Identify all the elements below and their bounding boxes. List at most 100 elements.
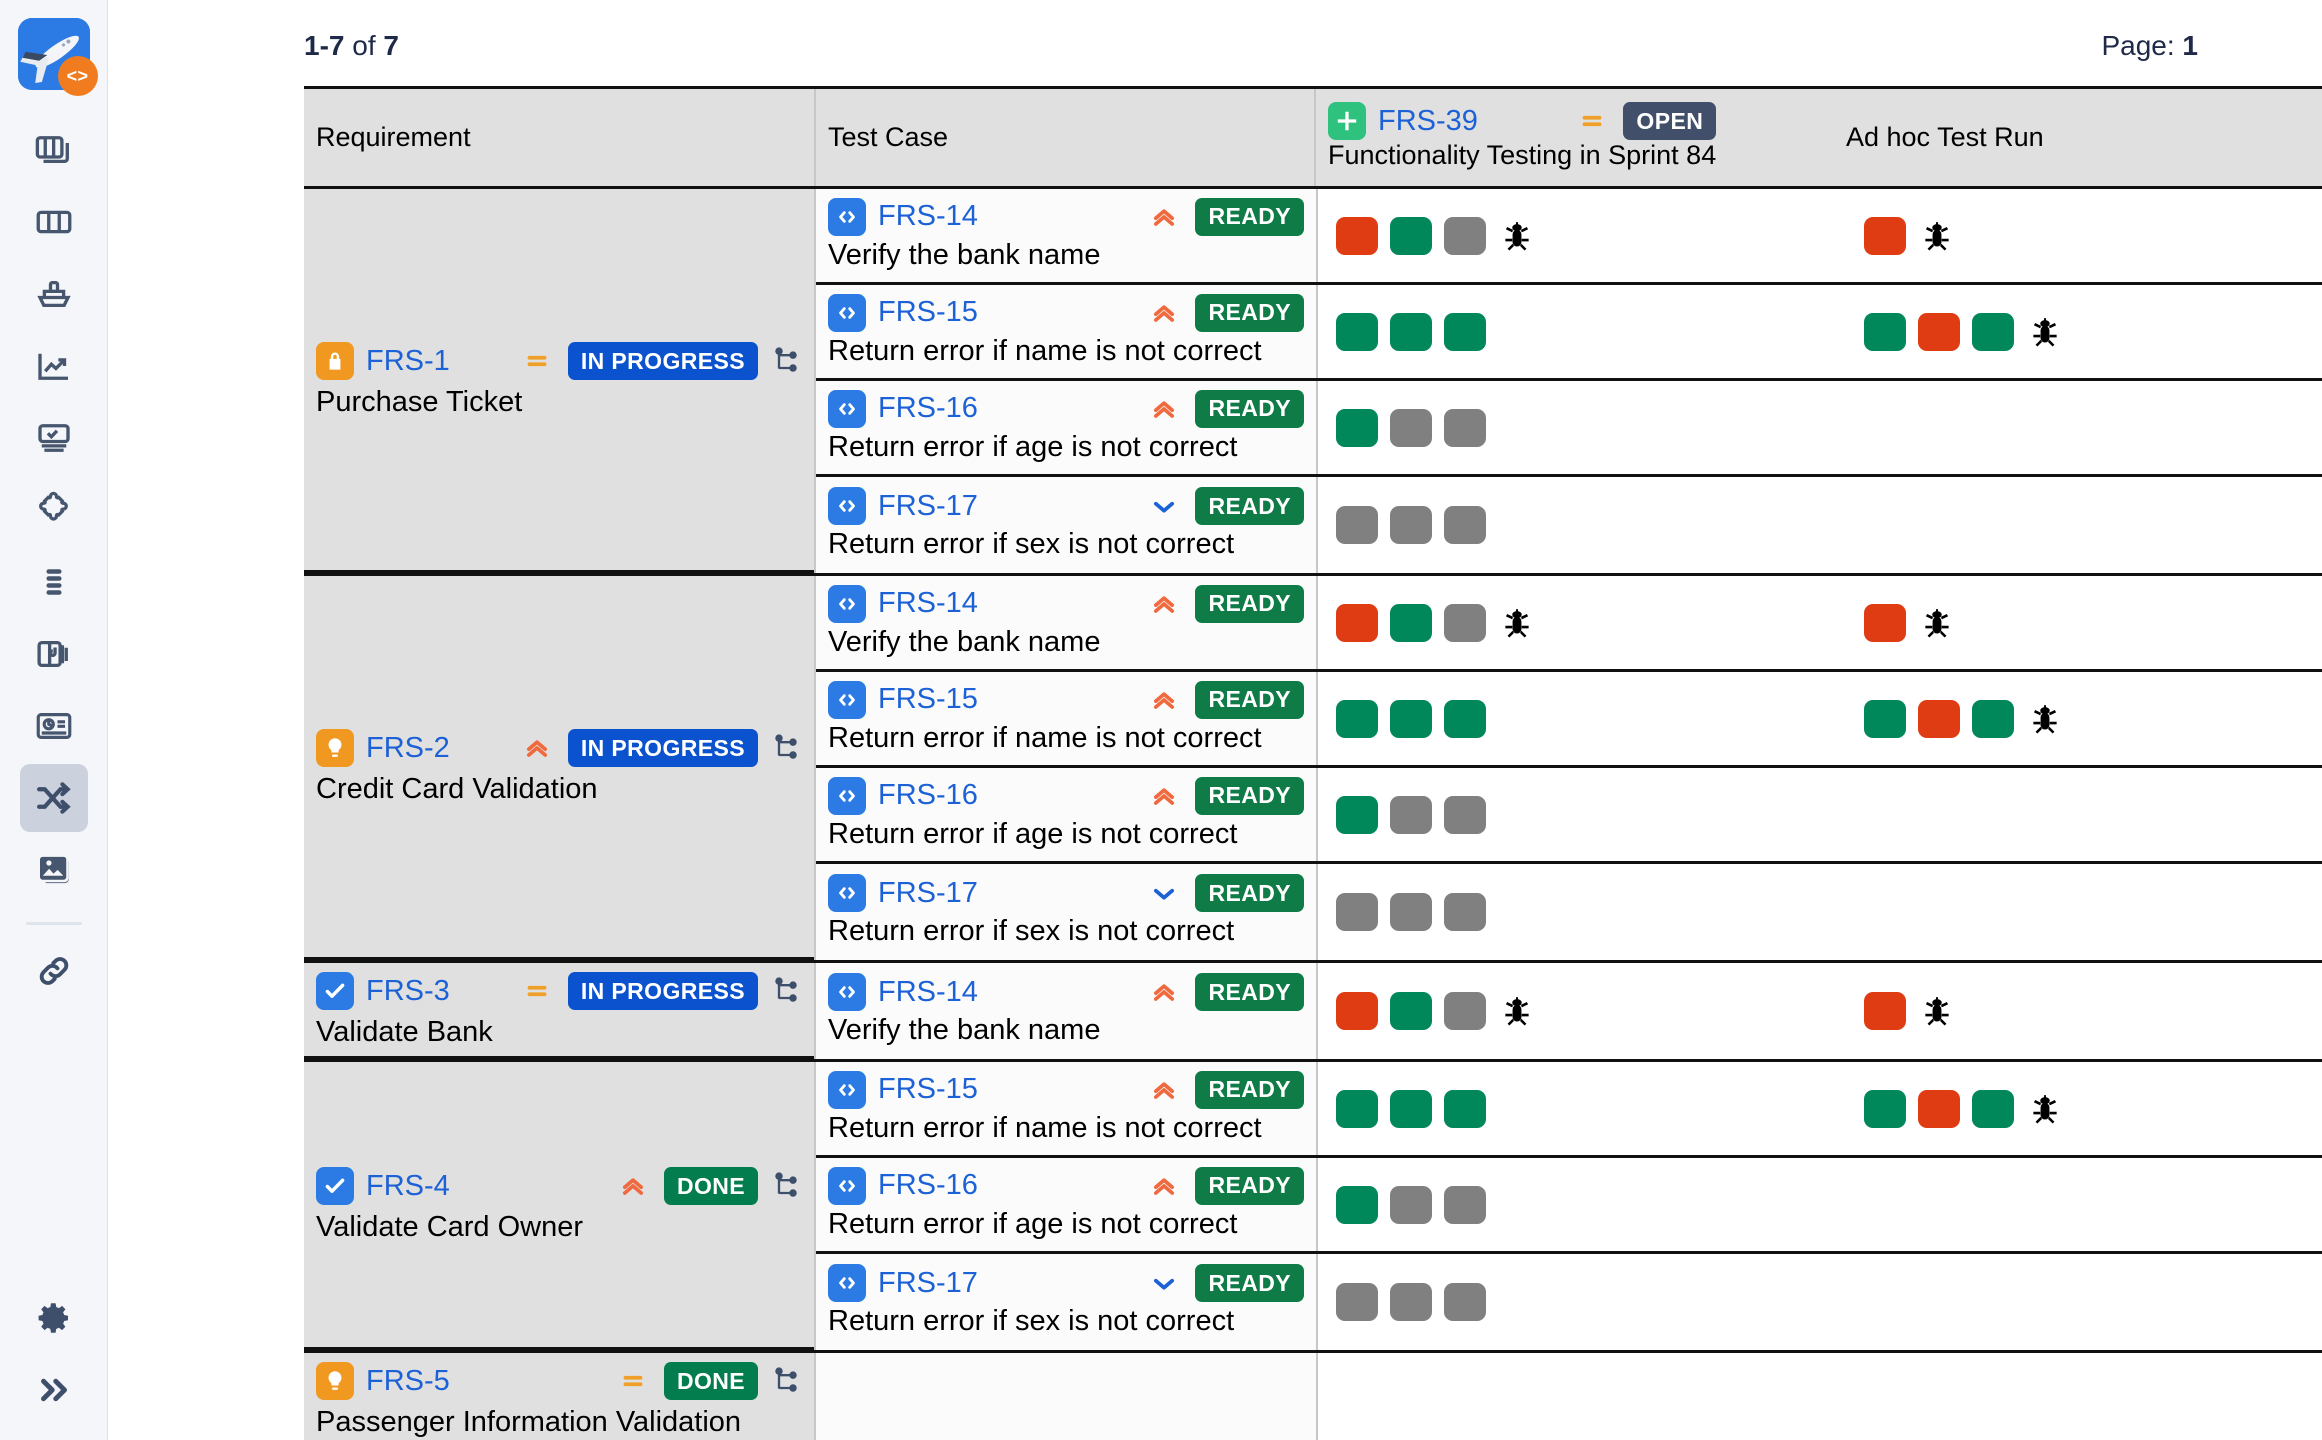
test-result-chip-untested[interactable] (1390, 795, 1432, 834)
test-result-chip-untested[interactable] (1390, 1185, 1432, 1224)
requirement-key[interactable]: FRS-1 (366, 345, 450, 378)
test-result-chip-untested[interactable] (1336, 893, 1378, 931)
sidebar-item-settings[interactable] (20, 1284, 88, 1352)
adhoc-run-result-cell[interactable] (1836, 864, 2322, 960)
test-result-chip-failed[interactable] (1918, 699, 1960, 738)
test-result-chip-untested[interactable] (1444, 603, 1486, 642)
requirement-cell[interactable]: FRS-5 DONE Passenger Information Validatio… (304, 1353, 814, 1440)
test-case-key[interactable]: FRS-17 (878, 877, 978, 910)
test-case-cell[interactable]: FRS-16 READY Return error if age is not co… (816, 381, 1316, 474)
subtree-icon[interactable] (772, 730, 802, 766)
test-case-cell[interactable]: FRS-15 READY Return error if name is not c… (816, 285, 1316, 378)
test-result-chip-passed[interactable] (1972, 1089, 2014, 1128)
sidebar-item-traceability[interactable] (19, 764, 88, 832)
adhoc-run-result-cell[interactable] (1836, 1254, 2322, 1350)
test-case-cell[interactable]: FRS-15 READY Return error if name is not c… (816, 672, 1316, 765)
test-case-key[interactable]: FRS-16 (878, 1169, 978, 1202)
test-result-chip-failed[interactable] (1864, 992, 1906, 1030)
sidebar-item-reports[interactable] (20, 332, 88, 400)
test-result-chip-failed[interactable] (1864, 216, 1906, 255)
sidebar-item-contacts[interactable] (20, 692, 88, 760)
test-result-chip-untested[interactable] (1444, 893, 1486, 931)
test-run-result-cell[interactable] (1316, 1254, 1836, 1350)
test-result-chip-passed[interactable] (1972, 312, 2014, 351)
test-result-chip-passed[interactable] (1336, 312, 1378, 351)
adhoc-run-result-cell[interactable] (1836, 285, 2322, 378)
sidebar-expand-button[interactable] (20, 1356, 88, 1424)
subtree-icon[interactable] (772, 973, 802, 1009)
test-run-result-cell[interactable] (1316, 963, 1836, 1059)
adhoc-run-result-cell[interactable] (1836, 1158, 2322, 1251)
test-result-chip-untested[interactable] (1444, 216, 1486, 255)
defect-bug-icon[interactable] (1920, 993, 1954, 1029)
test-result-chip-untested[interactable] (1444, 795, 1486, 834)
sidebar-item-boards[interactable] (20, 116, 88, 184)
test-result-chip-passed[interactable] (1336, 1185, 1378, 1224)
test-case-key[interactable]: FRS-17 (878, 490, 978, 523)
test-result-chip-failed[interactable] (1918, 312, 1960, 351)
requirement-cell[interactable]: FRS-3 IN PROGRESS Validate Bank (304, 963, 814, 1059)
test-case-key[interactable]: FRS-15 (878, 683, 978, 716)
pagination[interactable]: Page: 1 (2101, 30, 2198, 62)
test-result-chip-untested[interactable] (1444, 506, 1486, 544)
page-number[interactable]: 1 (2182, 30, 2198, 61)
test-result-chip-failed[interactable] (1336, 216, 1378, 255)
test-result-chip-failed[interactable] (1336, 992, 1378, 1030)
adhoc-run-result-cell[interactable] (1836, 768, 2322, 861)
test-case-cell[interactable]: FRS-16 READY Return error if age is not co… (816, 768, 1316, 861)
test-run-result-cell[interactable] (1316, 576, 1836, 669)
test-run-result-cell[interactable] (1316, 1158, 1836, 1251)
defect-bug-icon[interactable] (1500, 605, 1534, 641)
defect-bug-icon[interactable] (1500, 993, 1534, 1029)
test-result-chip-passed[interactable] (1444, 699, 1486, 738)
test-result-chip-passed[interactable] (1444, 1089, 1486, 1128)
requirement-key[interactable]: FRS-5 (366, 1365, 450, 1398)
test-run-result-cell[interactable] (1316, 477, 1836, 573)
test-result-chip-untested[interactable] (1444, 408, 1486, 447)
subtree-icon[interactable] (772, 1168, 802, 1204)
test-result-chip-passed[interactable] (1444, 312, 1486, 351)
defect-bug-icon[interactable] (2028, 314, 2062, 350)
subtree-icon[interactable] (772, 343, 802, 379)
test-result-chip-passed[interactable] (1336, 1089, 1378, 1128)
adhoc-run-result-cell[interactable] (1836, 672, 2322, 765)
defect-bug-icon[interactable] (1920, 218, 1954, 254)
adhoc-run-result-cell[interactable] (1836, 1062, 2322, 1155)
requirement-cell[interactable]: FRS-1 IN PROGRESS Purchase Ticket (304, 189, 814, 573)
test-run-result-cell[interactable] (1316, 381, 1836, 474)
test-case-cell[interactable]: FRS-17 READY Return error if sex is not co… (816, 1254, 1316, 1350)
sidebar-item-releases[interactable] (20, 260, 88, 328)
test-result-chip-passed[interactable] (1390, 992, 1432, 1030)
sidebar-item-gallery[interactable] (20, 836, 88, 904)
test-result-chip-untested[interactable] (1444, 1185, 1486, 1224)
test-result-chip-untested[interactable] (1336, 506, 1378, 544)
requirement-key[interactable]: FRS-3 (366, 975, 450, 1008)
requirement-cell[interactable]: FRS-4 DONE Validate Card Owner (304, 1062, 814, 1350)
adhoc-run-result-cell[interactable] (1836, 576, 2322, 669)
adhoc-run-result-cell[interactable] (1836, 381, 2322, 474)
requirement-key[interactable]: FRS-2 (366, 732, 450, 765)
adhoc-run-result-cell[interactable] (1836, 963, 2322, 1059)
test-run-result-cell[interactable] (1316, 189, 1836, 282)
test-case-cell[interactable]: FRS-14 READY Verify the bank name (816, 963, 1316, 1059)
test-result-chip-untested[interactable] (1444, 1283, 1486, 1321)
requirement-key[interactable]: FRS-4 (366, 1170, 450, 1203)
test-result-chip-passed[interactable] (1336, 699, 1378, 738)
project-logo[interactable]: <> (17, 18, 98, 96)
defect-bug-icon[interactable] (2028, 701, 2062, 737)
test-result-chip-untested[interactable] (1444, 992, 1486, 1030)
test-case-key[interactable]: FRS-14 (878, 976, 978, 1009)
test-result-chip-passed[interactable] (1390, 1089, 1432, 1128)
test-result-chip-passed[interactable] (1864, 312, 1906, 351)
test-result-chip-untested[interactable] (1390, 506, 1432, 544)
test-case-cell[interactable]: FRS-17 READY Return error if sex is not co… (816, 864, 1316, 960)
test-case-key[interactable]: FRS-16 (878, 779, 978, 812)
test-case-cell[interactable]: FRS-15 READY Return error if name is not c… (816, 1062, 1316, 1155)
sidebar-item-links[interactable] (20, 937, 88, 1005)
test-case-cell[interactable]: FRS-14 READY Verify the bank name (816, 576, 1316, 669)
test-case-cell[interactable]: FRS-17 READY Return error if sex is not co… (816, 477, 1316, 573)
test-result-chip-untested[interactable] (1390, 408, 1432, 447)
sidebar-item-backlog[interactable] (20, 548, 88, 616)
test-result-chip-failed[interactable] (1918, 1089, 1960, 1128)
test-result-chip-passed[interactable] (1864, 1089, 1906, 1128)
